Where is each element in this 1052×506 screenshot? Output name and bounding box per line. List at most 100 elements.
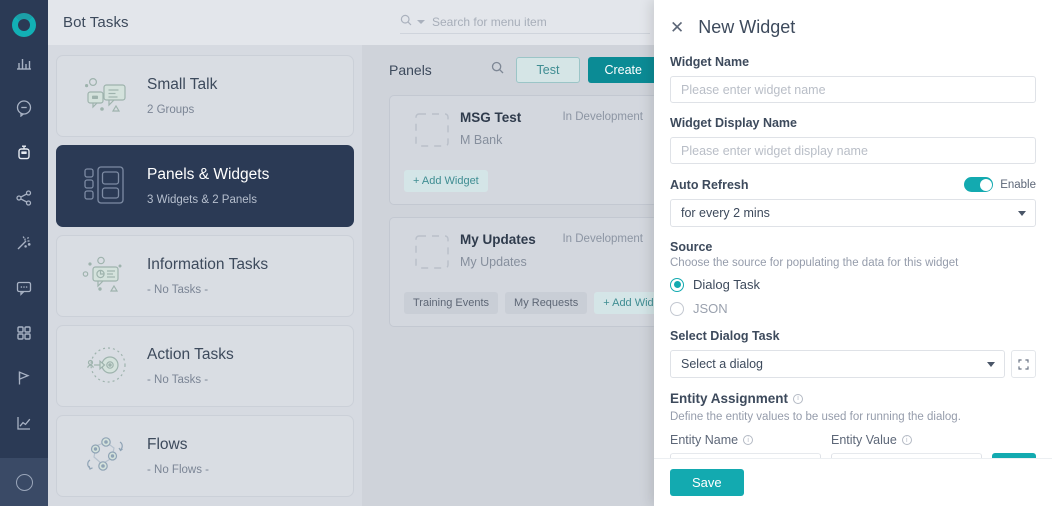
- save-button[interactable]: Save: [670, 469, 744, 496]
- message-dots-icon[interactable]: [0, 265, 48, 310]
- create-button[interactable]: Create: [588, 57, 658, 83]
- panels-heading: Panels: [389, 62, 432, 78]
- auto-refresh-interval-select[interactable]: for every 2 mins: [670, 199, 1036, 227]
- radio-unselected-icon: [670, 301, 684, 316]
- auto-refresh-interval-value: for every 2 mins: [681, 206, 770, 220]
- menu-search-input[interactable]: Search for menu item: [400, 10, 650, 34]
- source-label: Source: [670, 240, 713, 254]
- task-title: Flows: [147, 436, 188, 453]
- entity-name-header: Entity Name i: [670, 433, 821, 447]
- panel-title: MSG Test: [460, 110, 522, 125]
- chevron-down-icon[interactable]: [417, 19, 425, 24]
- entity-name-label: Entity Name: [670, 433, 739, 447]
- task-title: Information Tasks: [147, 256, 269, 273]
- dialog-body: Widget Name Widget Display Name Auto Ref…: [654, 55, 1052, 458]
- line-chart-icon[interactable]: [0, 400, 48, 445]
- task-card-action-tasks[interactable]: Action Tasks - No Tasks -: [56, 325, 354, 407]
- info-icon[interactable]: i: [901, 435, 912, 445]
- bar-chart-icon[interactable]: [0, 40, 48, 85]
- info-icon[interactable]: i: [793, 393, 804, 404]
- info-icon[interactable]: i: [743, 435, 754, 445]
- search-icon: [400, 13, 412, 31]
- auto-refresh-toggle[interactable]: [964, 177, 994, 192]
- kore-logo-icon[interactable]: [9, 10, 39, 40]
- speech-bubble-icon[interactable]: [0, 85, 48, 130]
- panel-card-my-updates[interactable]: My Updates My Updates In Development Tra…: [389, 217, 668, 327]
- new-widget-dialog: ✕ New Widget Widget Name Widget Display …: [654, 0, 1052, 506]
- widget-name-group: Widget Name: [670, 55, 1036, 103]
- test-button[interactable]: Test: [515, 57, 581, 83]
- panel-status: In Development: [562, 233, 643, 245]
- entity-assignment-text: Entity Assignment: [670, 391, 789, 406]
- expand-icon[interactable]: [1011, 350, 1036, 378]
- widget-display-name-input[interactable]: [670, 137, 1036, 164]
- task-subtitle: 3 Widgets & 2 Panels: [147, 194, 257, 206]
- source-option-label: JSON: [693, 301, 728, 316]
- task-subtitle: - No Tasks -: [147, 374, 209, 386]
- entity-value-header: Entity Value i: [831, 433, 982, 447]
- robot-icon[interactable]: [0, 130, 48, 175]
- source-radio-json[interactable]: JSON: [670, 301, 1036, 316]
- bot-tasks-list: Small Talk 2 Groups Panels & Widgets 3 W…: [48, 45, 362, 506]
- panels-column: Panels Test Create MSG Test M Bank In De…: [362, 45, 668, 506]
- left-icon-rail: [0, 0, 48, 506]
- entity-assignment-group: Entity Assignment i Define the entity va…: [670, 391, 1036, 458]
- page-title: Bot Tasks: [63, 14, 129, 31]
- task-card-small-talk[interactable]: Small Talk 2 Groups: [56, 55, 354, 137]
- grid-squares-icon[interactable]: [0, 310, 48, 355]
- dialog-title: New Widget: [698, 17, 796, 37]
- entity-value-label: Entity Value: [831, 433, 897, 447]
- source-option-label: Dialog Task: [693, 277, 760, 292]
- close-icon[interactable]: ✕: [670, 19, 684, 36]
- panel-status: In Development: [562, 111, 643, 123]
- widget-name-input[interactable]: [670, 76, 1036, 103]
- chevron-down-icon: [987, 362, 995, 367]
- widget-display-name-label: Widget Display Name: [670, 116, 798, 130]
- select-dialog-task-select[interactable]: Select a dialog: [670, 350, 1005, 378]
- small-talk-icon: [67, 66, 147, 126]
- panels-search-icon[interactable]: [491, 61, 504, 79]
- panels-header: Panels Test Create: [362, 45, 668, 95]
- panel-subtitle: M Bank: [460, 133, 503, 147]
- entity-assignment-label: Entity Assignment i: [670, 391, 1036, 406]
- flag-icon[interactable]: [0, 355, 48, 400]
- user-circle-icon[interactable]: [0, 458, 48, 506]
- select-dialog-task-value: Select a dialog: [681, 357, 764, 371]
- task-title: Small Talk: [147, 76, 218, 93]
- chevron-down-icon: [1018, 211, 1026, 216]
- panel-placeholder-icon: [404, 108, 460, 152]
- panels-widgets-icon: [67, 156, 147, 216]
- app-root: Bot Tasks Search for menu item I: [0, 0, 1052, 506]
- select-dialog-task-label: Select Dialog Task: [670, 329, 780, 343]
- panel-placeholder-icon: [404, 230, 460, 274]
- task-title: Panels & Widgets: [147, 166, 270, 183]
- widget-tag-my-requests[interactable]: My Requests: [505, 292, 588, 314]
- menu-search-placeholder: Search for menu item: [432, 14, 547, 29]
- magic-wand-icon[interactable]: [0, 220, 48, 265]
- radio-selected-icon: [670, 277, 684, 292]
- source-group: Source Choose the source for populating …: [670, 240, 1036, 316]
- add-widget-button[interactable]: + Add Widget: [404, 170, 488, 192]
- auto-refresh-toggle-label: Enable: [1000, 178, 1036, 191]
- task-title: Action Tasks: [147, 346, 234, 363]
- task-subtitle: - No Tasks -: [147, 284, 209, 296]
- task-card-information-tasks[interactable]: Information Tasks - No Tasks -: [56, 235, 354, 317]
- task-card-panels-widgets[interactable]: Panels & Widgets 3 Widgets & 2 Panels: [56, 145, 354, 227]
- action-tasks-icon: [67, 336, 147, 396]
- widget-name-label: Widget Name: [670, 55, 750, 69]
- select-dialog-task-group: Select Dialog Task Select a dialog: [670, 329, 1036, 378]
- panel-title: My Updates: [460, 232, 536, 247]
- flows-icon: [67, 426, 147, 486]
- task-subtitle: - No Flows -: [147, 464, 209, 476]
- widget-tag-training-events[interactable]: Training Events: [404, 292, 499, 314]
- dialog-footer: Save: [654, 458, 1052, 506]
- auto-refresh-group: Auto Refresh Enable for every 2 mins: [670, 177, 1036, 227]
- panel-card-msg-test[interactable]: MSG Test M Bank In Development + Add Wid…: [389, 95, 658, 205]
- widget-display-name-group: Widget Display Name: [670, 116, 1036, 164]
- share-nodes-icon[interactable]: [0, 175, 48, 220]
- information-tasks-icon: [67, 246, 147, 306]
- task-card-flows[interactable]: Flows - No Flows -: [56, 415, 354, 497]
- panel-subtitle: My Updates: [460, 255, 527, 269]
- source-hint: Choose the source for populating the dat…: [670, 257, 959, 269]
- source-radio-dialog-task[interactable]: Dialog Task: [670, 277, 1036, 292]
